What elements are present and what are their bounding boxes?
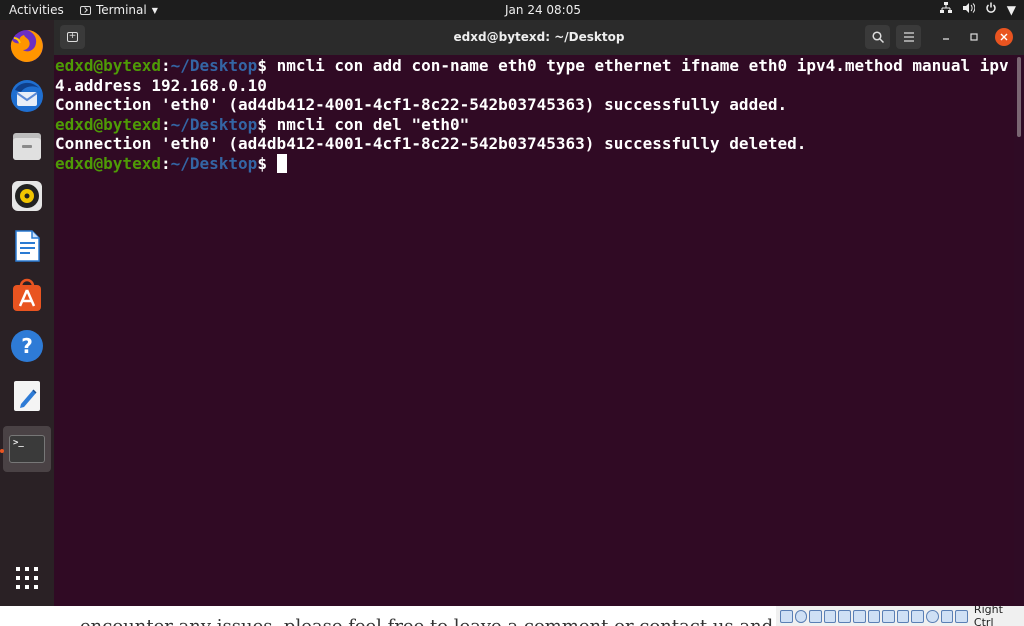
dock-rhythmbox[interactable] — [7, 176, 47, 216]
search-button[interactable] — [865, 25, 890, 49]
help-glyph: ? — [21, 334, 33, 358]
libreoffice-writer-icon — [15, 230, 40, 262]
activities-button[interactable]: Activities — [9, 3, 64, 17]
firefox-icon — [10, 30, 43, 62]
prompt-path: ~/Desktop — [170, 56, 258, 75]
dock-files[interactable] — [7, 126, 47, 166]
prompt-user: edxd@bytexd — [55, 56, 161, 75]
optical-drive-icon[interactable] — [794, 609, 808, 623]
search-icon — [871, 31, 884, 43]
dock-firefox[interactable] — [7, 26, 47, 66]
terminal-icon: >_ — [9, 435, 45, 463]
recording-icon[interactable] — [896, 609, 910, 623]
hamburger-icon — [903, 32, 914, 42]
system-tray[interactable]: ▼ — [939, 2, 1016, 17]
terminal-window: + edxd@bytexd: ~/Desktop edxd@bytexd:~/D… — [54, 20, 1024, 606]
usb-icon[interactable] — [838, 609, 852, 623]
maximize-icon — [970, 33, 978, 41]
dock-software[interactable] — [7, 276, 47, 316]
host-key-label: Right Ctrl — [973, 606, 1003, 626]
menu-button[interactable] — [896, 25, 921, 49]
prompt-user: edxd@bytexd — [55, 153, 161, 173]
shared-folder-icon[interactable] — [853, 609, 866, 623]
disk-icon[interactable] — [780, 609, 793, 623]
files-icon — [13, 133, 41, 160]
minimize-button[interactable] — [937, 28, 955, 46]
close-button[interactable] — [995, 28, 1013, 46]
dock-text-editor[interactable] — [7, 376, 47, 416]
close-icon — [1000, 33, 1008, 41]
dock-thunderbird[interactable] — [7, 76, 47, 116]
network-icon — [939, 2, 952, 17]
prompt-user: edxd@bytexd — [55, 114, 161, 134]
prompt-path: ~/Desktop — [170, 114, 258, 134]
terminal-glyph: >_ — [13, 438, 24, 448]
software-icon — [13, 278, 41, 311]
audio-icon[interactable] — [809, 609, 822, 623]
scrollbar-thumb[interactable] — [1017, 57, 1021, 137]
cpu-icon[interactable] — [911, 609, 925, 623]
minimize-icon — [943, 38, 949, 40]
maximize-button[interactable] — [965, 28, 983, 46]
thunderbird-icon — [11, 80, 43, 112]
terminal-line: edxd@bytexd:~/Desktop$ — [55, 153, 1014, 174]
command-text: nmcli con del "eth0" — [276, 114, 470, 134]
terminal-app-icon — [80, 5, 91, 15]
text-editor-icon — [14, 381, 40, 411]
dock-help[interactable]: ? — [7, 326, 47, 366]
keyboard-capture-icon[interactable] — [955, 609, 968, 623]
dock-show-apps[interactable] — [7, 558, 47, 598]
app-menu-label: Terminal — [96, 3, 147, 17]
volume-icon — [962, 2, 976, 17]
clock[interactable]: Jan 24 08:05 — [505, 3, 581, 17]
network-adapter-icon[interactable] — [823, 609, 837, 623]
terminal-line: Connection 'eth0' (ad4db412-4001-4cf1-8c… — [55, 134, 807, 153]
help-icon: ? — [11, 330, 43, 362]
app-menu[interactable]: Terminal ▼ — [80, 3, 158, 17]
terminal-line: edxd@bytexd:~/Desktop$ nmcli con add con… — [55, 56, 1009, 95]
caret-down-icon: ▼ — [151, 5, 158, 15]
virtualization-icon[interactable] — [926, 609, 939, 623]
dock-libreoffice-writer[interactable] — [7, 226, 47, 266]
terminal-line: edxd@bytexd:~/Desktop$ nmcli con del "et… — [55, 114, 470, 134]
background-page-text: encounter any issues, please feel free t… — [80, 616, 857, 626]
tray-caret-down-icon: ▼ — [1006, 2, 1016, 17]
terminal-scrollbar[interactable] — [1014, 55, 1024, 606]
show-apps-icon — [16, 567, 38, 589]
prompt-path: ~/Desktop — [170, 153, 258, 173]
rhythmbox-icon — [12, 181, 42, 211]
clipboard-icon[interactable] — [867, 609, 881, 623]
mouse-integration-icon[interactable] — [940, 609, 954, 623]
terminal-output[interactable]: edxd@bytexd:~/Desktop$ nmcli con add con… — [54, 55, 1014, 606]
running-indicator — [0, 449, 4, 453]
display-icon[interactable] — [882, 609, 895, 623]
terminal-line: Connection 'eth0' (ad4db412-4001-4cf1-8c… — [55, 95, 788, 114]
text-cursor — [276, 153, 287, 173]
power-icon — [985, 2, 997, 17]
title-bar[interactable]: + edxd@bytexd: ~/Desktop — [54, 20, 1024, 55]
dock-terminal[interactable]: >_ — [3, 426, 51, 472]
host-status-bar: encounter any issues, please feel free t… — [0, 606, 1024, 626]
top-bar: Activities Terminal ▼ Jan 24 08:05 ▼ — [0, 0, 1024, 20]
dock: ? >_ — [0, 20, 54, 626]
vm-status-icons: Right Ctrl — [776, 606, 1024, 626]
